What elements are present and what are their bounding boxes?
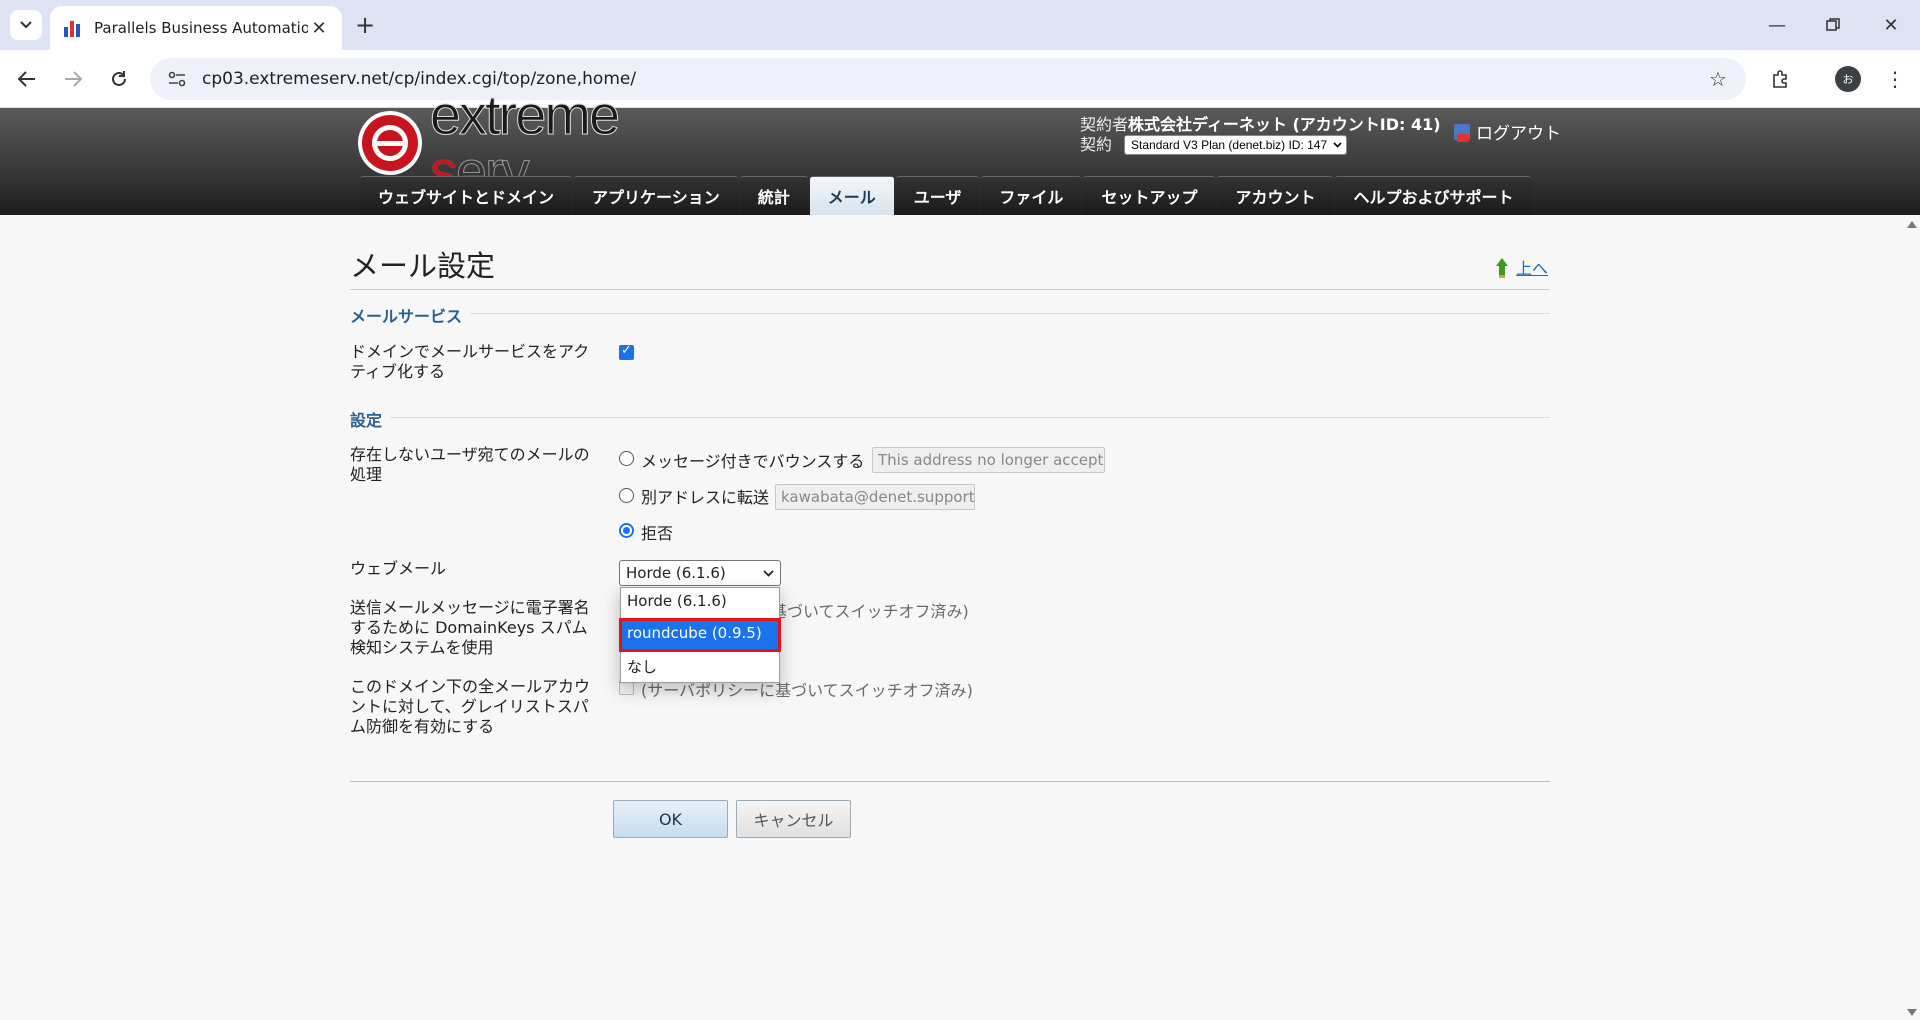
section-divider	[390, 417, 1550, 418]
scroll-up-icon[interactable]	[1907, 221, 1917, 228]
up-arrow-icon	[1494, 258, 1510, 278]
up-link-label: 上へ	[1516, 259, 1549, 278]
webmail-option-horde[interactable]: Horde (6.1.6)	[621, 588, 779, 618]
forward-radio[interactable]	[619, 488, 634, 503]
browser-tab-active[interactable]: Parallels Business Automation - ✕	[50, 6, 342, 50]
webmail-select[interactable]: Horde (6.1.6)	[619, 560, 781, 586]
site-info-icon[interactable]	[166, 68, 188, 90]
bounce-label: メッセージ付きでバウンスする	[641, 452, 865, 471]
title-divider	[350, 289, 1550, 290]
site-header: extreme serv. 契約者株式会社ディーネット (アカウントID: 41…	[0, 86, 1920, 215]
forward-button[interactable]	[58, 64, 88, 94]
browser-tab-strip: Parallels Business Automation - ✕ + — ✕	[0, 0, 1920, 50]
address-bar[interactable]: cp03.extremeserv.net/cp/index.cgi/top/zo…	[150, 58, 1746, 100]
close-window-button[interactable]: ✕	[1876, 10, 1906, 40]
section-divider	[470, 313, 1550, 314]
logout-link[interactable]: ログアウト	[1454, 119, 1561, 144]
arrow-left-icon	[18, 71, 35, 87]
section-mail-service: メールサービス	[350, 307, 463, 326]
webmail-select-value: Horde (6.1.6)	[626, 564, 726, 582]
tab-users[interactable]: ユーザ	[895, 176, 980, 215]
page-scrollbar[interactable]	[1902, 215, 1920, 1020]
puzzle-icon	[1773, 70, 1787, 88]
browser-toolbar: cp03.extremeserv.net/cp/index.cgi/top/zo…	[0, 50, 1920, 108]
tab-setup[interactable]: セットアップ	[1083, 176, 1216, 215]
tab-files[interactable]: ファイル	[981, 176, 1082, 215]
contract-select-value: Standard V3 Plan (denet.biz) ID: 147	[1131, 138, 1328, 152]
extensions-button[interactable]	[1766, 64, 1796, 94]
reload-button[interactable]	[104, 64, 134, 94]
new-tab-button[interactable]: +	[352, 11, 378, 39]
account-info: 契約者株式会社ディーネット (アカウントID: 41) 契約 Standard …	[1080, 115, 1441, 155]
logout-label: ログアウト	[1476, 124, 1561, 144]
restore-button[interactable]	[1818, 10, 1848, 40]
contractor-name: 株式会社ディーネット (アカウントID: 41)	[1128, 115, 1441, 134]
logo-mark-icon	[358, 111, 422, 175]
logout-icon	[1454, 123, 1470, 142]
domainkeys-label: 送信メールメッセージに電子署名するために DomainKeys スパム検知システ…	[350, 598, 590, 657]
chevron-down-icon	[20, 21, 32, 29]
contractor-label: 契約者	[1080, 115, 1129, 134]
bounce-message-input[interactable]: This address no longer accepts	[872, 447, 1105, 473]
webmail-dropdown: Horde (6.1.6) roundcube (0.9.5) なし	[619, 587, 781, 683]
tab-account[interactable]: アカウント	[1217, 176, 1334, 215]
minimize-button[interactable]: —	[1762, 10, 1792, 40]
contract-select[interactable]: Standard V3 Plan (denet.biz) ID: 147	[1124, 135, 1348, 155]
cancel-button[interactable]: キャンセル	[736, 800, 851, 838]
forward-label: 別アドレスに転送	[641, 488, 770, 507]
profile-avatar[interactable]: お	[1835, 66, 1861, 92]
webmail-option-none[interactable]: なし	[621, 652, 779, 682]
activate-mail-checkbox[interactable]	[619, 343, 634, 360]
url-text: cp03.extremeserv.net/cp/index.cgi/top/zo…	[202, 69, 637, 89]
scroll-down-icon[interactable]	[1907, 1009, 1917, 1016]
webmail-option-roundcube[interactable]: roundcube (0.9.5)	[619, 618, 781, 652]
chevron-down-icon	[763, 569, 774, 577]
forward-address-input[interactable]: kawabata@denet.support	[775, 484, 975, 510]
contract-label: 契約	[1080, 135, 1113, 154]
bounce-radio[interactable]	[619, 451, 634, 466]
reject-radio[interactable]	[619, 523, 634, 538]
form-divider	[350, 781, 1550, 782]
main-nav-tabs: ウェブサイトとドメイン アプリケーション 統計 メール ユーザ ファイル セット…	[360, 176, 1532, 215]
chevron-down-icon	[1333, 142, 1342, 148]
browser-menu-icon[interactable]: ⋮	[1880, 64, 1910, 94]
arrow-right-icon	[65, 71, 82, 87]
page-title: メール設定	[350, 249, 496, 283]
bookmark-star-icon[interactable]: ☆	[1704, 65, 1732, 93]
tab-close-icon[interactable]: ✕	[308, 17, 330, 39]
tab-title: Parallels Business Automation -	[94, 19, 308, 37]
reject-label: 拒否	[641, 524, 674, 543]
webmail-label: ウェブメール	[350, 559, 447, 578]
extremeserv-logo[interactable]: extreme serv.	[358, 86, 738, 199]
activate-mail-label: ドメインでメールサービスをアクティブ化する	[350, 342, 590, 381]
section-settings: 設定	[350, 411, 383, 430]
nonexistent-user-label: 存在しないユーザ宛てのメールの処理	[350, 445, 590, 484]
parallels-favicon-icon	[64, 19, 82, 37]
domainkeys-note: 基づいてスイッチオフ済み)	[771, 602, 969, 621]
restore-icon	[1826, 18, 1840, 31]
tab-statistics[interactable]: 統計	[739, 176, 808, 215]
tab-mail[interactable]: メール	[809, 176, 894, 215]
reload-icon	[112, 71, 126, 86]
tab-search-button[interactable]	[10, 10, 42, 40]
tab-applications[interactable]: アプリケーション	[574, 176, 738, 215]
back-button[interactable]	[12, 64, 42, 94]
tab-help-support[interactable]: ヘルプおよびサポート	[1335, 176, 1532, 215]
tab-websites-domains[interactable]: ウェブサイトとドメイン	[360, 176, 573, 215]
greylist-label: このドメイン下の全メールアカウントに対して、グレイリストスパム防御を有効にする	[350, 677, 591, 736]
up-link[interactable]: 上へ	[1494, 255, 1548, 279]
ok-button[interactable]: OK	[613, 800, 728, 838]
